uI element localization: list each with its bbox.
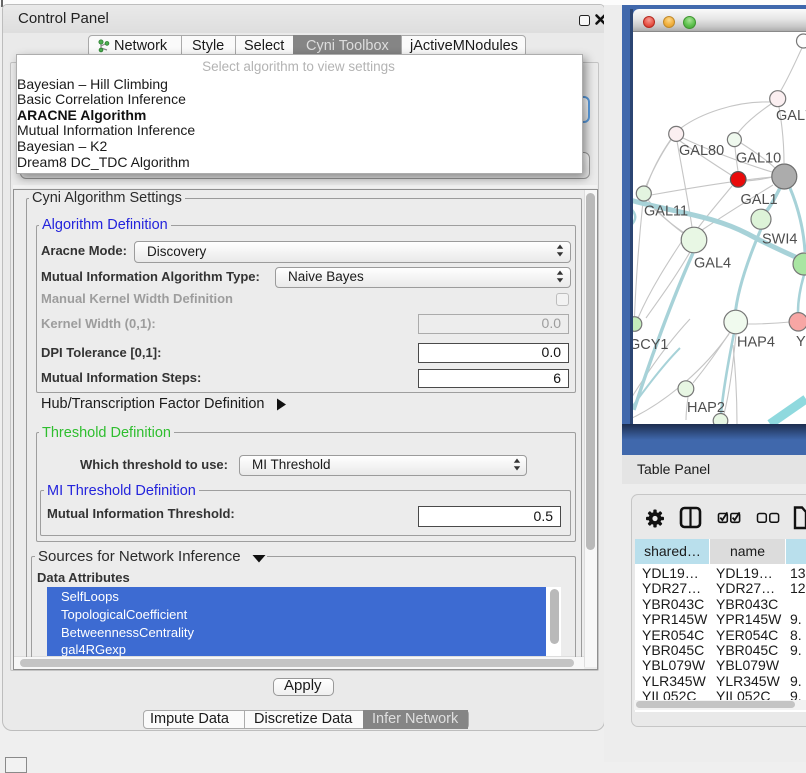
- svg-text:GAL10: GAL10: [736, 151, 781, 167]
- svg-text:GCY1: GCY1: [633, 337, 669, 353]
- svg-text:GAL80: GAL80: [679, 143, 724, 159]
- svg-text:SWI4: SWI4: [762, 232, 797, 248]
- svg-text:GAL7: GAL7: [776, 108, 806, 124]
- svg-text:HAP2: HAP2: [687, 400, 725, 416]
- svg-text:HAP4: HAP4: [737, 335, 775, 351]
- svg-text:GAL4: GAL4: [694, 256, 731, 272]
- svg-text:GAL11: GAL11: [644, 204, 688, 220]
- svg-text:YP: YP: [796, 334, 806, 350]
- svg-text:GAL1: GAL1: [741, 192, 778, 208]
